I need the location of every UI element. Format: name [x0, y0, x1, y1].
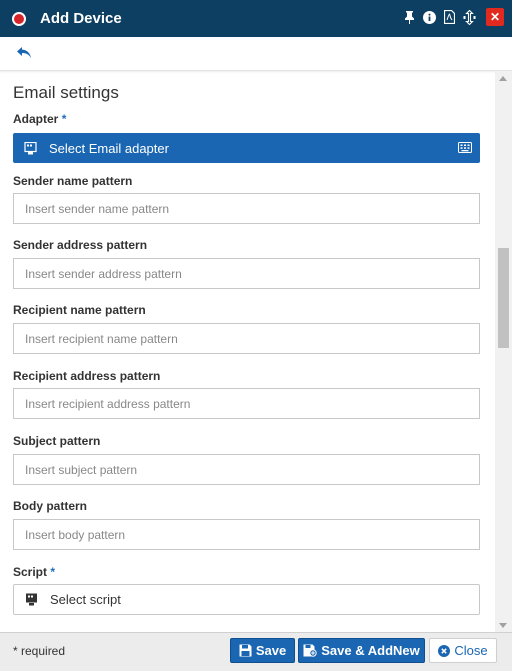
close-button[interactable]: Close — [429, 638, 497, 663]
window-title: Add Device — [40, 10, 122, 27]
vertical-scrollbar[interactable] — [495, 72, 512, 632]
sender-address-label: Sender address pattern — [13, 238, 148, 252]
required-mark: * — [50, 565, 56, 579]
back-arrow-icon[interactable] — [16, 46, 34, 60]
keyboard-icon — [458, 141, 472, 153]
pin-icon[interactable] — [402, 9, 416, 25]
toolbar — [0, 37, 512, 71]
times-circle-icon — [438, 644, 451, 657]
scrollbar-thumb[interactable] — [498, 248, 509, 348]
save-button[interactable]: Save — [230, 638, 295, 663]
scroll-up-arrow-icon[interactable] — [499, 76, 507, 81]
resize-icon[interactable] — [462, 9, 476, 25]
sender-name-label: Sender name pattern — [13, 174, 133, 188]
adapter-label: Adapter * — [13, 112, 66, 126]
script-label-text: Script — [13, 565, 48, 579]
recipient-name-input[interactable]: Insert recipient name pattern — [13, 323, 480, 354]
script-icon — [24, 593, 38, 607]
script-select[interactable]: Select script — [13, 584, 480, 615]
scroll-down-arrow-icon[interactable] — [499, 623, 507, 628]
form-footer: * required Save Save & AddNew Close — [0, 632, 512, 671]
recipient-name-label: Recipient name pattern — [13, 303, 146, 317]
floppy-disk-icon — [239, 644, 252, 657]
adapter-select[interactable]: Select Email adapter — [13, 133, 480, 163]
recipient-address-label: Recipient address pattern — [13, 369, 161, 383]
required-mark: * — [61, 112, 67, 126]
subject-label: Subject pattern — [13, 434, 101, 448]
pdf-icon[interactable] — [442, 9, 456, 25]
section-title: Email settings — [13, 83, 119, 102]
info-icon[interactable] — [422, 9, 436, 25]
save-and-addnew-label: Save & AddNew — [321, 643, 420, 658]
body-input[interactable]: Insert body pattern — [13, 519, 480, 550]
record-dot-icon — [12, 11, 26, 26]
required-note: * required — [13, 644, 66, 658]
floppy-disk-plus-icon — [303, 644, 317, 657]
form-scroll-area: Email settings Adapter * Select Email ad… — [0, 72, 512, 632]
subject-input[interactable]: Insert subject pattern — [13, 454, 480, 485]
script-label: Script * — [13, 565, 55, 579]
titlebar-actions: ✕ — [402, 8, 504, 26]
save-and-addnew-button[interactable]: Save & AddNew — [298, 638, 425, 663]
sender-address-input[interactable]: Insert sender address pattern — [13, 258, 480, 289]
close-button-label: Close — [454, 643, 488, 658]
save-button-label: Save — [255, 643, 287, 658]
sender-name-input[interactable]: Insert sender name pattern — [13, 193, 480, 224]
window-close-button[interactable]: ✕ — [486, 8, 504, 26]
adapter-icon — [23, 141, 37, 155]
script-select-value: Select script — [50, 592, 121, 607]
adapter-select-value: Select Email adapter — [49, 140, 169, 156]
adapter-label-text: Adapter — [13, 112, 59, 126]
recipient-address-input[interactable]: Insert recipient address pattern — [13, 388, 480, 419]
body-label: Body pattern — [13, 499, 88, 513]
window-titlebar: Add Device ✕ — [0, 0, 512, 37]
